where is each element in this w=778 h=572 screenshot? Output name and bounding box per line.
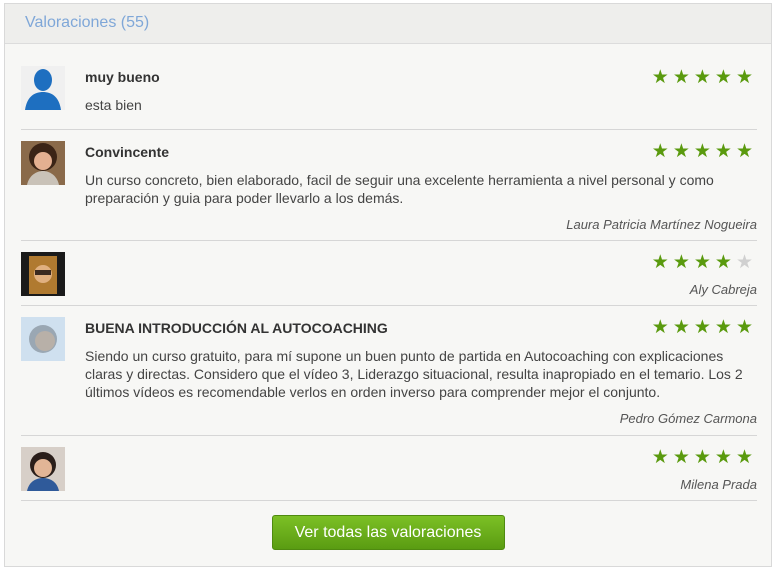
star-icon: ★ bbox=[651, 67, 673, 88]
star-icon: ★ bbox=[672, 447, 694, 468]
star-icon: ★ bbox=[714, 252, 736, 273]
review-author: Aly Cabreja bbox=[689, 282, 757, 297]
star-icon: ★ bbox=[651, 447, 673, 468]
star-empty-icon: ★ bbox=[735, 252, 757, 273]
star-icon: ★ bbox=[735, 447, 757, 468]
review-title: muy bueno bbox=[85, 69, 160, 85]
star-icon: ★ bbox=[714, 317, 736, 338]
avatar-photo bbox=[21, 252, 65, 296]
star-icon: ★ bbox=[735, 67, 757, 88]
rating-stars: ★★★★★ bbox=[652, 448, 757, 467]
star-icon: ★ bbox=[651, 252, 673, 273]
review-title: Convincente bbox=[85, 144, 170, 160]
review-author: Milena Prada bbox=[680, 477, 757, 492]
review-item: ★★★★★ Milena Prada bbox=[21, 436, 757, 501]
review-item: ★★★★★ Aly Cabreja bbox=[21, 241, 757, 306]
avatar-default-icon bbox=[21, 66, 65, 110]
star-icon: ★ bbox=[651, 317, 673, 338]
review-author: Pedro Gómez Carmona bbox=[619, 411, 757, 426]
review-text: Siendo un curso gratuito, para mí supone… bbox=[85, 348, 743, 400]
avatar-photo bbox=[21, 141, 65, 185]
star-icon: ★ bbox=[672, 317, 694, 338]
ratings-header: Valoraciones (55) bbox=[5, 4, 771, 44]
rating-stars: ★★★★★ bbox=[652, 253, 757, 272]
star-icon: ★ bbox=[714, 141, 736, 162]
ratings-title: Valoraciones (55) bbox=[25, 14, 150, 31]
star-icon: ★ bbox=[693, 67, 715, 88]
rating-stars: ★★★★★ bbox=[652, 142, 757, 161]
star-icon: ★ bbox=[672, 141, 694, 162]
star-icon: ★ bbox=[735, 141, 757, 162]
review-title: BUENA INTRODUCCIÓN AL AUTOCOACHING bbox=[85, 320, 388, 336]
star-icon: ★ bbox=[693, 141, 715, 162]
star-icon: ★ bbox=[651, 141, 673, 162]
review-item: muy bueno ★★★★★ esta bien bbox=[21, 44, 757, 130]
avatar-photo bbox=[21, 317, 65, 361]
ratings-panel: Valoraciones (55) muy bueno ★★★★★ esta b… bbox=[4, 3, 772, 567]
reviews-list: muy bueno ★★★★★ esta bien Convincente ★★… bbox=[5, 44, 771, 501]
rating-stars: ★★★★★ bbox=[652, 318, 757, 337]
review-author: Laura Patricia Martínez Nogueira bbox=[566, 217, 757, 232]
star-icon: ★ bbox=[693, 252, 715, 273]
star-icon: ★ bbox=[714, 67, 736, 88]
star-icon: ★ bbox=[672, 252, 694, 273]
review-item: BUENA INTRODUCCIÓN AL AUTOCOACHING ★★★★★… bbox=[21, 306, 757, 436]
view-all-ratings-button[interactable]: Ver todas las valoraciones bbox=[271, 515, 505, 550]
review-text: Un curso concreto, bien elaborado, facil… bbox=[85, 172, 714, 206]
star-icon: ★ bbox=[672, 67, 694, 88]
button-row: Ver todas las valoraciones bbox=[5, 501, 771, 550]
review-item: Convincente ★★★★★ Un curso concreto, bie… bbox=[21, 130, 757, 241]
star-icon: ★ bbox=[693, 447, 715, 468]
star-icon: ★ bbox=[693, 317, 715, 338]
rating-stars: ★★★★★ bbox=[652, 68, 757, 87]
avatar-photo bbox=[21, 447, 65, 491]
star-icon: ★ bbox=[714, 447, 736, 468]
review-text: esta bien bbox=[85, 97, 142, 113]
star-icon: ★ bbox=[735, 317, 757, 338]
